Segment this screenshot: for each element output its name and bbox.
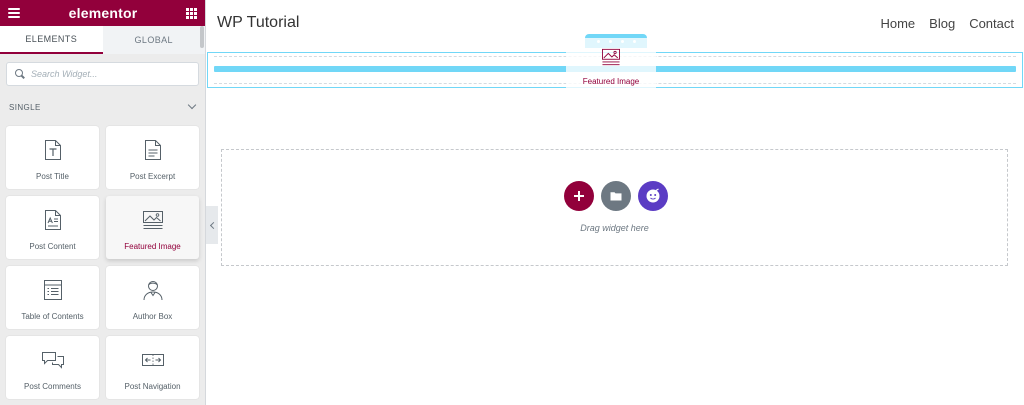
dragged-widget-preview: Featured Image bbox=[566, 38, 656, 98]
post-title-icon bbox=[44, 138, 62, 162]
site-nav: Home Blog Contact bbox=[880, 16, 1014, 31]
brand-logo: elementor bbox=[68, 5, 138, 21]
widget-label: Post Title bbox=[36, 172, 69, 181]
widget-featured-image[interactable]: Featured Image bbox=[106, 196, 199, 259]
widget-label: Post Excerpt bbox=[129, 172, 176, 181]
widget-post-excerpt[interactable]: Post Excerpt bbox=[106, 126, 199, 189]
widget-table-of-contents[interactable]: Table of Contents bbox=[6, 266, 99, 329]
add-template-button[interactable] bbox=[601, 181, 631, 211]
site-title: WP Tutorial bbox=[217, 14, 300, 31]
section-single-toggle[interactable]: SINGLE bbox=[0, 94, 205, 120]
nav-home-link[interactable]: Home bbox=[880, 16, 915, 31]
widget-post-title[interactable]: Post Title bbox=[6, 126, 99, 189]
widget-label: Featured Image bbox=[124, 242, 181, 251]
ai-assistant-button[interactable] bbox=[638, 181, 668, 211]
widget-post-content[interactable]: Post Content bbox=[6, 196, 99, 259]
collapse-panel-button[interactable] bbox=[206, 206, 218, 244]
post-navigation-icon bbox=[141, 348, 165, 372]
search-icon bbox=[15, 69, 25, 79]
plus-icon bbox=[574, 191, 584, 201]
panel-scrollbar[interactable] bbox=[200, 26, 204, 48]
add-section-button[interactable] bbox=[564, 181, 594, 211]
panel-tabs: ELEMENTS GLOBAL bbox=[0, 26, 205, 54]
widget-grid: Post Title Post Excerpt Post Content Fea… bbox=[0, 120, 205, 399]
post-comments-icon bbox=[41, 348, 65, 372]
chevron-down-icon bbox=[187, 100, 197, 110]
widget-label: Table of Contents bbox=[21, 312, 84, 321]
nav-contact-link[interactable]: Contact bbox=[969, 16, 1014, 31]
drag-ghost-label: Featured Image bbox=[582, 77, 640, 86]
nav-blog-link[interactable]: Blog bbox=[929, 16, 955, 31]
widget-label: Author Box bbox=[132, 312, 173, 321]
author-box-icon bbox=[142, 278, 164, 302]
folder-icon bbox=[610, 192, 622, 201]
search-input[interactable] bbox=[30, 69, 190, 79]
table-of-contents-icon bbox=[43, 278, 63, 302]
search-wrap bbox=[0, 54, 205, 94]
featured-image-icon bbox=[142, 208, 164, 232]
widget-author-box[interactable]: Author Box bbox=[106, 266, 199, 329]
section-title: SINGLE bbox=[9, 102, 41, 112]
post-content-icon bbox=[44, 208, 62, 232]
menu-icon[interactable] bbox=[8, 8, 20, 18]
ai-face-icon bbox=[646, 188, 660, 203]
panel-topbar: elementor bbox=[0, 0, 205, 26]
featured-image-icon bbox=[601, 48, 621, 71]
drag-widget-hint: Drag widget here bbox=[580, 223, 649, 233]
chevron-left-icon bbox=[209, 221, 217, 229]
elementor-editor: elementor ELEMENTS GLOBAL SINGLE bbox=[0, 0, 1024, 405]
tab-elements[interactable]: ELEMENTS bbox=[0, 26, 103, 54]
tab-global[interactable]: GLOBAL bbox=[102, 26, 205, 54]
add-section-actions bbox=[564, 181, 668, 211]
elementor-panel: elementor ELEMENTS GLOBAL SINGLE bbox=[0, 0, 206, 405]
widget-label: Post Comments bbox=[24, 382, 81, 391]
search-box bbox=[6, 62, 199, 86]
widget-label: Post Content bbox=[29, 242, 76, 251]
widgets-grid-icon[interactable] bbox=[186, 7, 197, 19]
widget-post-navigation[interactable]: Post Navigation bbox=[106, 336, 199, 399]
post-excerpt-icon bbox=[144, 138, 162, 162]
widget-label: Post Navigation bbox=[124, 382, 181, 391]
widget-post-comments[interactable]: Post Comments bbox=[6, 336, 99, 399]
